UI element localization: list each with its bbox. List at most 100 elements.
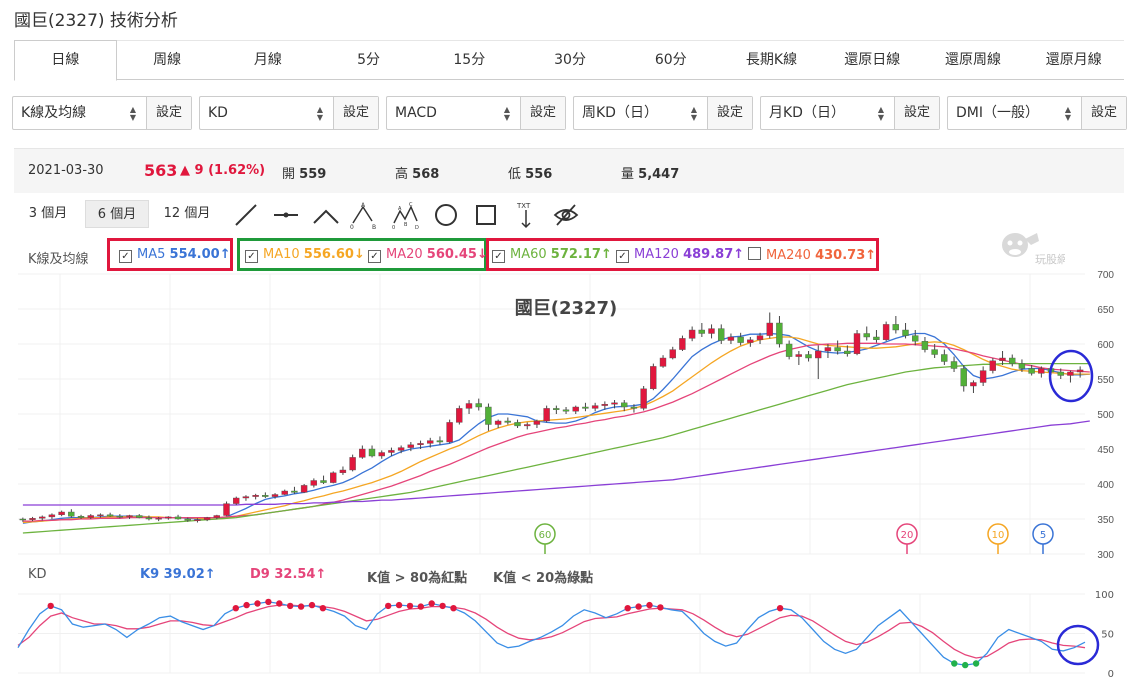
price-tick-label: 450 — [1097, 445, 1114, 456]
candle-down — [844, 350, 851, 354]
circle-tool-icon[interactable] — [432, 201, 460, 229]
candle-up — [815, 350, 822, 359]
tab-daily[interactable]: 日線 — [14, 40, 117, 81]
low-value: 556 — [525, 167, 553, 182]
candle-down — [184, 518, 191, 521]
indicator-select-2[interactable]: KD ▲ ▼ — [200, 97, 333, 129]
candle-up — [853, 333, 861, 354]
tab-5min[interactable]: 5分 — [318, 40, 419, 79]
candle-down — [145, 517, 153, 520]
horizontal-line-tool-icon[interactable] — [272, 201, 300, 229]
ma120-toggle[interactable]: ✓ MA120 489.87↑ — [616, 247, 744, 263]
selector-group-5: 月KD（日） ▲ ▼ 設定 — [760, 96, 940, 130]
candle-up — [456, 408, 463, 423]
candle-up — [194, 519, 201, 521]
ma10-value: 556.60↓ — [303, 247, 365, 262]
kd-oversold-dot — [972, 660, 980, 667]
highlight-circle-price — [1048, 349, 1094, 403]
chart-title: 國巨(2327) — [515, 298, 618, 319]
quote-volume: 量 5,447 — [621, 163, 679, 182]
ma10-toggle[interactable]: ✓ MA10 556.60↓ — [245, 247, 365, 263]
kd-chart[interactable]: 100 50 0 — [0, 587, 1136, 685]
selector-group-1: K線及均線 ▲ ▼ 設定 — [12, 96, 192, 130]
tab-15min[interactable]: 15分 — [418, 40, 520, 79]
range-12-months[interactable]: 12 個月 — [155, 200, 219, 228]
settings-button-2[interactable]: 設定 — [333, 97, 378, 129]
checkbox[interactable]: ✓ — [245, 250, 258, 263]
volume-value: 5,447 — [638, 167, 680, 182]
settings-button-5[interactable]: 設定 — [894, 97, 939, 129]
candle-up — [766, 322, 773, 336]
candle-down — [902, 329, 909, 336]
candle-down — [921, 340, 929, 350]
tab-60min[interactable]: 60分 — [620, 40, 722, 79]
indicator-select-3[interactable]: MACD ▲ ▼ — [387, 97, 520, 129]
checkbox[interactable]: ✓ — [119, 250, 132, 263]
checkbox[interactable]: ✓ — [368, 250, 381, 263]
kd-overbought-dot — [297, 603, 305, 610]
indicator-select-1[interactable]: K線及均線 ▲ ▼ — [13, 97, 146, 129]
kd-overbought-dot — [243, 601, 250, 609]
ma20-toggle[interactable]: ✓ MA20 560.45↓ — [368, 247, 488, 263]
period-tabs: 日線 周線 月線 5分 15分 30分 60分 長期K線 還原日線 還原周線 還… — [14, 40, 1125, 81]
quote-price: 563 — [144, 161, 178, 180]
tab-weekly[interactable]: 周線 — [116, 40, 218, 79]
select-value: DMI（一般） — [956, 105, 1039, 121]
settings-button-4[interactable]: 設定 — [707, 97, 752, 129]
indicator-select-6[interactable]: DMI（一般） ▲ ▼ — [948, 97, 1081, 129]
candle-up — [747, 339, 754, 343]
abc-pattern-tool-icon[interactable]: 0 A B — [350, 201, 378, 229]
trend-line-tool-icon[interactable] — [232, 201, 260, 229]
indicator-select-5[interactable]: 月KD（日） ▲ ▼ — [761, 97, 894, 129]
angle-line-tool-icon[interactable] — [312, 201, 340, 229]
tab-adjusted-monthly[interactable]: 還原月線 — [1023, 40, 1125, 79]
settings-button-6[interactable]: 設定 — [1081, 97, 1126, 129]
price-tick-label: 600 — [1097, 340, 1114, 351]
indicator-selectors: K線及均線 ▲ ▼ 設定 KD ▲ ▼ 設定 MACD ▲ ▼ 設定 周KD（日） ▲ ▼ 設定… — [12, 96, 1127, 130]
checkbox[interactable]: ✓ — [616, 250, 629, 263]
range-3-months[interactable]: 3 個月 — [18, 200, 78, 228]
candle-up — [97, 514, 104, 517]
kd-overbought-dot — [624, 605, 631, 612]
rectangle-tool-icon[interactable] — [472, 201, 500, 229]
candle-down — [485, 406, 492, 425]
ma20-name: MA20 — [386, 247, 423, 262]
wave-pattern-tool-icon[interactable]: 0 A B C D — [392, 201, 420, 229]
settings-button-3[interactable]: 設定 — [520, 97, 565, 129]
indicator-select-4[interactable]: 周KD（日） ▲ ▼ — [574, 97, 707, 129]
hide-drawings-icon[interactable] — [552, 201, 580, 229]
settings-button-1[interactable]: 設定 — [146, 97, 191, 129]
tab-monthly[interactable]: 月線 — [217, 40, 319, 79]
svg-text:D: D — [415, 225, 419, 229]
candle-up — [979, 370, 987, 383]
candle-down — [785, 343, 793, 357]
tab-long-term[interactable]: 長期K線 — [721, 40, 822, 79]
candle-up — [659, 357, 667, 367]
ma5-toggle[interactable]: ✓ MA5 554.00↑ — [119, 247, 231, 263]
kd-overbought-dot — [287, 602, 294, 610]
price-chart[interactable]: 國巨(2327) 60 20 10 5 700 650 600 550 500 450 400 35… — [0, 268, 1136, 560]
tab-adjusted-weekly[interactable]: 還原周線 — [922, 40, 1024, 79]
kd-overbought-dot — [232, 605, 239, 612]
selector-group-4: 周KD（日） ▲ ▼ 設定 — [573, 96, 753, 130]
candle-up — [58, 511, 65, 515]
checkbox[interactable]: ✓ — [492, 250, 505, 263]
svg-text:A: A — [398, 206, 402, 212]
updown-arrow-icon: ▲ ▼ — [503, 105, 510, 122]
candle-up — [29, 518, 36, 520]
tab-30min[interactable]: 30分 — [519, 40, 621, 79]
ma240-toggle[interactable]: MA240 430.73↑ — [748, 247, 876, 263]
high-label: 高 — [395, 167, 409, 182]
ma-legend-label: K線及均線 — [28, 252, 89, 267]
tab-adjusted-daily[interactable]: 還原日線 — [821, 40, 923, 79]
text-tool-icon[interactable]: TXT — [512, 201, 540, 229]
candle-down — [68, 511, 75, 517]
candle-down — [582, 406, 589, 409]
ma60-toggle[interactable]: ✓ MA60 572.17↑ — [492, 247, 612, 263]
ma240-value: 430.73↑ — [815, 248, 877, 263]
checkbox[interactable] — [748, 247, 761, 260]
range-6-months[interactable]: 6 個月 — [85, 200, 149, 228]
ma-line-ma10 — [22, 336, 1090, 524]
kd-d-value: D9 32.54↑ — [250, 567, 327, 582]
candle-down — [320, 480, 327, 483]
